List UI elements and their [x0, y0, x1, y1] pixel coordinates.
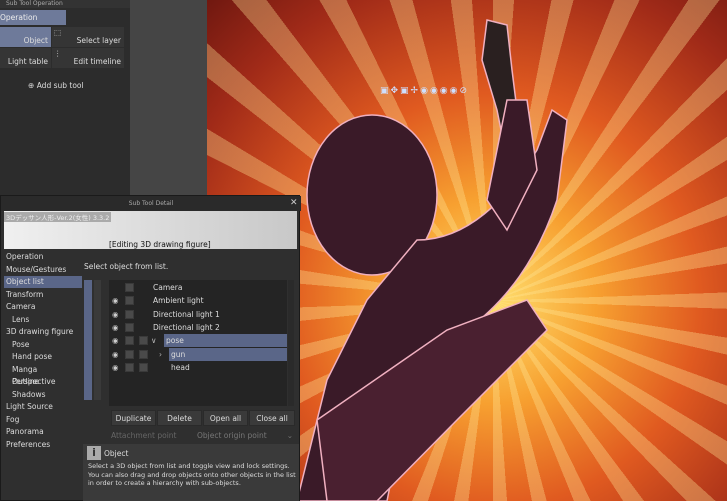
attachment-value: Object origin point — [197, 431, 267, 440]
category-item[interactable]: Pose — [4, 339, 82, 351]
lock-toggle-2[interactable] — [139, 336, 148, 346]
category-item[interactable]: Light Source — [4, 401, 82, 413]
lock-toggle-2[interactable] — [139, 349, 148, 359]
object-row[interactable]: ◉ Ambient light — [109, 294, 287, 307]
object-name: Camera — [153, 283, 183, 292]
object-name: Ambient light — [153, 296, 204, 306]
object-row[interactable]: ◉ Directional light 2 — [109, 321, 287, 334]
lock-toggle[interactable] — [125, 296, 134, 306]
object-row[interactable]: ◉ › gun — [109, 347, 287, 361]
object-name: head — [171, 362, 190, 372]
tool-light-table[interactable]: Light table — [0, 48, 51, 68]
lock-toggle[interactable] — [125, 283, 134, 292]
dialog-title: Sub Tool Detail — [1, 196, 301, 211]
open-all-button[interactable]: Open all — [203, 410, 248, 426]
category-item[interactable]: Transform — [4, 289, 82, 301]
delete-button[interactable]: Delete — [157, 410, 202, 426]
tool-name: 3Dデッサン人形-Ver.2(女性) 3.3.2 — [4, 212, 112, 222]
chevron-down-icon[interactable]: ∨ — [151, 334, 157, 347]
object-name: Directional light 1 — [153, 309, 220, 319]
prompt-text: Select object from list. — [84, 262, 169, 271]
category-item[interactable]: Lens — [4, 314, 82, 326]
category-item[interactable]: Preferences — [4, 439, 82, 451]
object-row[interactable]: ◉ ∨ pose — [109, 334, 287, 348]
category-item[interactable]: Hand pose — [4, 351, 82, 363]
category-item[interactable]: Camera — [4, 301, 82, 313]
lock-toggle[interactable] — [125, 349, 134, 359]
object-row[interactable]: ◉ Directional light 1 — [109, 308, 287, 321]
scrollbar[interactable] — [288, 280, 294, 406]
lock-toggle[interactable] — [125, 309, 134, 319]
close-all-button[interactable]: Close all — [249, 410, 295, 426]
lock-toggle[interactable] — [125, 322, 134, 332]
tool-edit-timeline[interactable]: ⋮ Edit timeline — [52, 48, 124, 68]
eye-icon[interactable]: ◉ — [112, 361, 119, 374]
sub-tool-detail-dialog: Sub Tool Detail ✕ 3Dデッサン人形-Ver.2(女性) 3.3… — [0, 195, 301, 501]
select-layer-icon: ⬚ — [54, 28, 62, 37]
category-item[interactable]: Outline — [4, 376, 82, 388]
attachment-point-label: Attachment point — [111, 431, 177, 440]
eye-icon[interactable]: ◉ — [112, 334, 119, 347]
tool-select-layer[interactable]: ⬚ Select layer — [52, 27, 124, 47]
info-panel: i Object Select a 3D object from list an… — [83, 444, 299, 501]
category-item[interactable]: Manga Perspective — [4, 364, 82, 386]
lock-toggle[interactable] — [125, 336, 134, 346]
lock-toggle[interactable] — [125, 362, 134, 372]
eye-icon[interactable]: ◉ — [112, 294, 119, 307]
object-name: Directional light 2 — [153, 322, 220, 332]
tool-label: Select layer — [76, 36, 121, 45]
plus-icon: ⊕ — [28, 81, 35, 90]
side-strip[interactable] — [84, 280, 92, 400]
object-name: gun — [169, 347, 287, 361]
close-icon[interactable]: ✕ — [290, 198, 298, 208]
info-icon: i — [87, 446, 101, 460]
tool-label: Edit timeline — [73, 57, 121, 66]
tool-banner: 3Dデッサン人形-Ver.2(女性) 3.3.2 [Editing 3D dra… — [4, 211, 297, 249]
tab-operation[interactable]: Operation — [0, 10, 66, 25]
category-item[interactable]: Object list — [4, 276, 82, 288]
info-text: Select a 3D object from list and toggle … — [88, 462, 296, 488]
attachment-point-select[interactable]: Object origin point ⌄ — [197, 431, 295, 440]
eye-icon[interactable]: ◉ — [112, 308, 119, 321]
category-item[interactable]: Fog — [4, 414, 82, 426]
add-label: Add sub tool — [36, 81, 84, 90]
object-row[interactable]: ◉ head — [109, 361, 287, 374]
chevron-down-icon: ⌄ — [286, 431, 293, 440]
chevron-right-icon[interactable]: › — [159, 348, 162, 361]
tool-object[interactable]: Object — [0, 27, 51, 47]
duplicate-button[interactable]: Duplicate — [111, 410, 156, 426]
sub-tool-operation-panel: Sub Tool Operation Operation Object ⬚ Sel… — [0, 0, 130, 195]
category-item[interactable]: Shadows — [4, 389, 82, 401]
category-item[interactable]: Panorama — [4, 426, 82, 438]
info-title: Object — [104, 449, 129, 458]
object-row[interactable]: Camera — [109, 281, 287, 294]
object-name: pose — [164, 334, 287, 348]
lock-toggle-2[interactable] — [139, 362, 148, 372]
eye-icon[interactable]: ◉ — [112, 321, 119, 334]
panel-title: Sub Tool Operation — [0, 0, 130, 8]
timeline-icon: ⋮ — [54, 49, 62, 58]
category-item[interactable]: Mouse/Gestures — [4, 264, 82, 276]
category-item[interactable]: 3D drawing figure — [4, 326, 82, 338]
category-item[interactable]: Operation — [4, 251, 82, 263]
add-sub-tool-button[interactable]: ⊕ Add sub tool — [28, 81, 84, 90]
eye-icon[interactable]: ◉ — [112, 348, 119, 361]
3d-manipulator-toolbar[interactable]: ▣✥▣✢◉◉◉◉⊘ — [380, 86, 469, 96]
side-strip-2[interactable] — [94, 280, 101, 400]
editing-label: [Editing 3D drawing figure] — [109, 240, 211, 249]
